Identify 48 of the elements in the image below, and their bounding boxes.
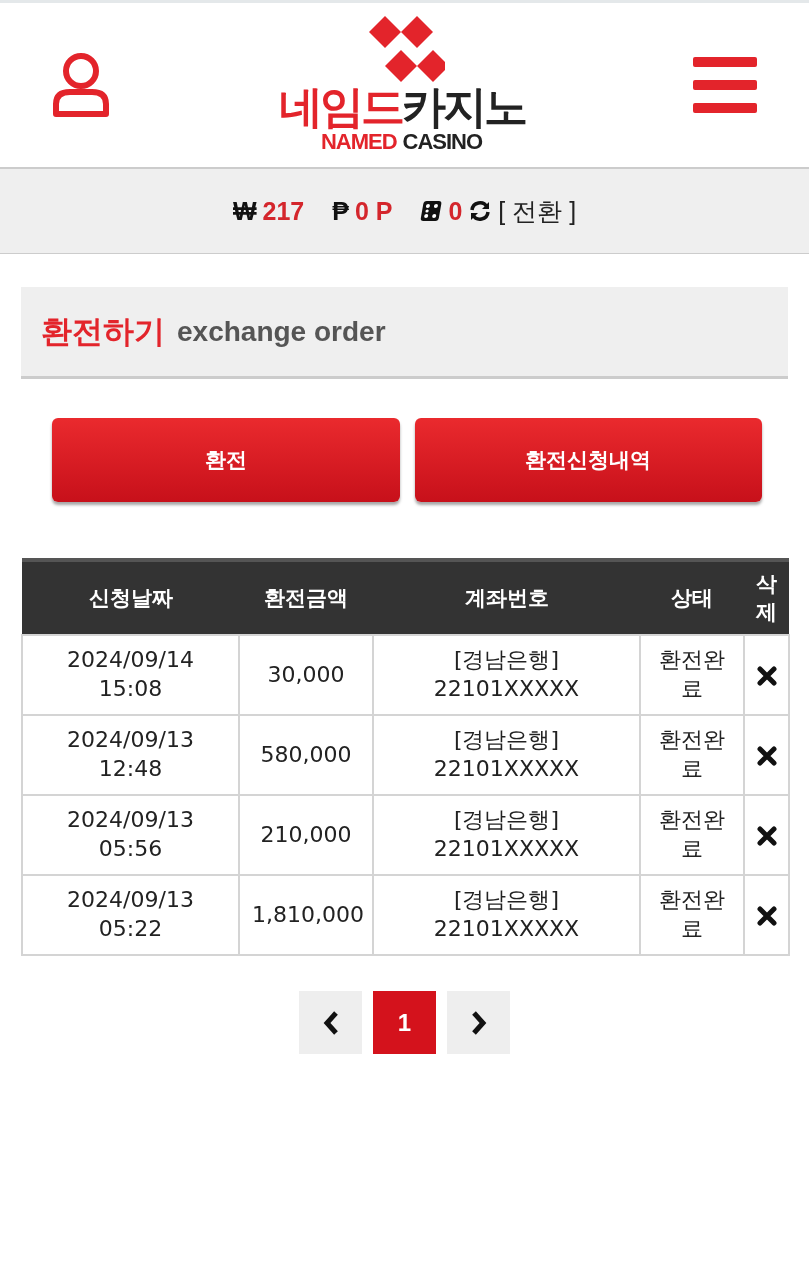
column-header: 상태 (640, 560, 744, 635)
logo-subtitle: CASINO (402, 130, 483, 154)
date-cell: 2024/09/13 12:48 (22, 715, 239, 795)
account-cell: [경남은행] 22101XXXXX (373, 875, 640, 955)
amount-cell: 580,000 (239, 715, 373, 795)
amount-cell: 30,000 (239, 635, 373, 715)
status-cell: 환전완료 (640, 715, 744, 795)
convert-link[interactable]: [ 전환 ] (498, 194, 577, 228)
point-balance: 0 P (354, 196, 393, 226)
delete-icon[interactable] (755, 904, 778, 927)
date-cell: 2024/09/13 05:56 (22, 795, 239, 875)
status-cell: 환전완료 (640, 795, 744, 875)
dice-icon (420, 200, 443, 222)
previous-page-button[interactable] (299, 991, 362, 1054)
exchange-button[interactable]: 환전 (52, 418, 400, 502)
logo-text: 네임드 (278, 84, 402, 130)
date-cell: 2024/09/13 05:22 (22, 875, 239, 955)
chevron-left-icon (322, 1009, 339, 1036)
page-button[interactable]: 1 (373, 991, 436, 1054)
amount-cell: 210,000 (239, 795, 373, 875)
next-page-button[interactable] (447, 991, 510, 1054)
status-cell: 환전완료 (640, 635, 744, 715)
chevron-right-icon (470, 1009, 487, 1036)
section-subtitle: exchange order (177, 315, 386, 348)
column-header: 신청날짜 (22, 560, 239, 635)
cash-balance: 217 (262, 196, 305, 226)
column-header: 계좌번호 (373, 560, 640, 635)
won-symbol: ₩ (232, 196, 257, 226)
user-icon[interactable] (52, 52, 110, 118)
status-cell: 환전완료 (640, 875, 744, 955)
chip-balance: 0 (448, 196, 463, 226)
history-button[interactable]: 환전신청내역 (414, 418, 762, 502)
date-cell: 2024/09/14 15:08 (22, 635, 239, 715)
column-header: 삭제 (744, 560, 789, 635)
delete-icon[interactable] (755, 744, 778, 767)
logo-subtitle: NAMED (320, 130, 397, 154)
logo-text: 카지노 (401, 84, 525, 130)
point-symbol: ₱ (332, 196, 349, 226)
menu-icon[interactable] (693, 57, 757, 113)
account-cell: [경남은행] 22101XXXXX (373, 635, 640, 715)
delete-icon[interactable] (755, 664, 778, 687)
account-cell: [경남은행] 22101XXXXX (373, 795, 640, 875)
amount-cell: 1,810,000 (239, 875, 373, 955)
delete-icon[interactable] (755, 824, 778, 847)
refresh-icon[interactable] (468, 199, 493, 223)
section-title: 환전하기 (41, 311, 165, 351)
column-header: 환전금액 (239, 560, 373, 635)
account-cell: [경남은행] 22101XXXXX (373, 715, 640, 795)
